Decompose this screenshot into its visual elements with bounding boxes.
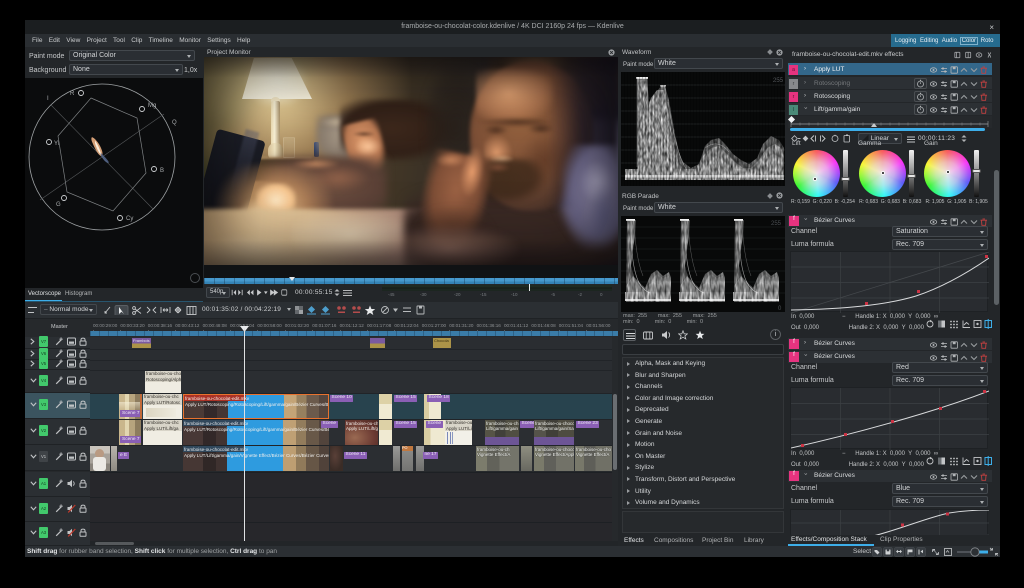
- svg-text:I: I: [47, 96, 49, 102]
- svg-text:Cy: Cy: [126, 216, 133, 222]
- svg-text:Yl: Yl: [54, 141, 59, 147]
- svg-text:Mg: Mg: [148, 103, 156, 109]
- svg-text:Q: Q: [172, 120, 177, 126]
- svg-text:R: R: [70, 91, 75, 97]
- svg-text:255: 255: [771, 221, 782, 227]
- svg-text:B: B: [160, 168, 164, 174]
- svg-text:0: 0: [778, 306, 782, 312]
- svg-text:G: G: [56, 202, 61, 208]
